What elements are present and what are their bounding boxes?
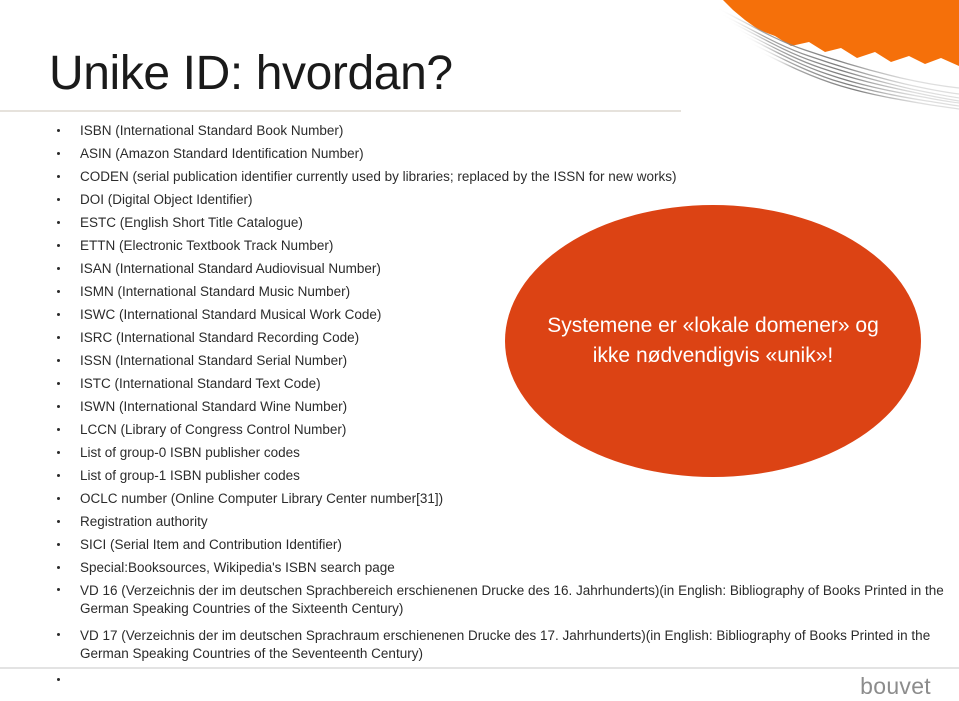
bullet-dot-icon [57, 520, 60, 523]
footer-divider [0, 667, 959, 669]
list-item: Special:Booksources, Wikipedia's ISBN se… [0, 559, 959, 582]
bullet-dot-icon [57, 198, 60, 201]
list-item: SICI (Serial Item and Contribution Ident… [0, 536, 959, 559]
torn-paper-corner-decoration [679, 0, 959, 115]
title-divider [0, 110, 681, 112]
list-item-label: Registration authority [80, 514, 208, 529]
list-item: Registration authority [0, 513, 959, 536]
bullet-dot-icon [57, 497, 60, 500]
list-item-label: ASIN (Amazon Standard Identification Num… [80, 146, 364, 161]
list-item: OCLC number (Online Computer Library Cen… [0, 490, 959, 513]
list-item: VD 17 (Verzeichnis der im deutschen Spra… [0, 627, 959, 663]
list-item-label: SICI (Serial Item and Contribution Ident… [80, 537, 342, 552]
bullet-dot-icon [57, 152, 60, 155]
list-item: ISBN (International Standard Book Number… [0, 122, 959, 145]
list-item: DOI (Digital Object Identifier) [0, 191, 959, 214]
list-item-label: CODEN (serial publication identifier cur… [80, 169, 677, 184]
list-item-label: DOI (Digital Object Identifier) [80, 192, 253, 207]
list-item-label: ISBN (International Standard Book Number… [80, 123, 344, 138]
list-item-label: VD 16 (Verzeichnis der im deutschen Spra… [80, 583, 944, 616]
bullet-dot-icon [57, 175, 60, 178]
list-item-label: Special:Booksources, Wikipedia's ISBN se… [80, 560, 395, 575]
callout-text: Systemene er «lokale domener» og ikke nø… [521, 311, 905, 371]
slide-canvas: Unike ID: hvordan? ISBN (International S… [0, 0, 959, 701]
bullet-dot-icon [57, 244, 60, 247]
callout-line-2: ikke nødvendigvis «unik»! [592, 344, 834, 367]
bullet-dot-icon [57, 633, 60, 636]
bullet-dot-icon [57, 566, 60, 569]
bullet-dot-icon [57, 382, 60, 385]
list-item: ASIN (Amazon Standard Identification Num… [0, 145, 959, 168]
callout-line-1: Systemene er «lokale domener» og [547, 314, 879, 337]
list-item: CODEN (serial publication identifier cur… [0, 168, 959, 191]
bullet-dot-icon [57, 359, 60, 362]
bullet-dot-icon [57, 474, 60, 477]
list-item: VD 16 (Verzeichnis der im deutschen Spra… [0, 582, 959, 618]
bouvet-logo: bouvet [860, 673, 931, 699]
page-title: Unike ID: hvordan? [49, 47, 453, 100]
list-item-label: List of group-1 ISBN publisher codes [80, 468, 300, 483]
list-item-label: VD 17 (Verzeichnis der im deutschen Spra… [80, 628, 931, 661]
bullet-dot-icon [57, 129, 60, 132]
bullet-dot-icon [57, 267, 60, 270]
bullet-dot-icon [57, 428, 60, 431]
bullet-dot-icon [57, 543, 60, 546]
bullet-dot-icon [57, 588, 60, 591]
orange-torn-sheet [723, 0, 959, 66]
list-item: List of group-1 ISBN publisher codes [0, 467, 959, 490]
bullet-dot-icon [57, 221, 60, 224]
list-item-label: OCLC number (Online Computer Library Cen… [80, 491, 444, 506]
bullet-dot-icon [57, 678, 60, 681]
bullet-dot-icon [57, 290, 60, 293]
bullet-dot-icon [57, 336, 60, 339]
list-item [0, 672, 959, 692]
bullet-dot-icon [57, 313, 60, 316]
bullet-dot-icon [57, 451, 60, 454]
bullet-dot-icon [57, 405, 60, 408]
callout-ellipse: Systemene er «lokale domener» og ikke nø… [505, 205, 921, 477]
